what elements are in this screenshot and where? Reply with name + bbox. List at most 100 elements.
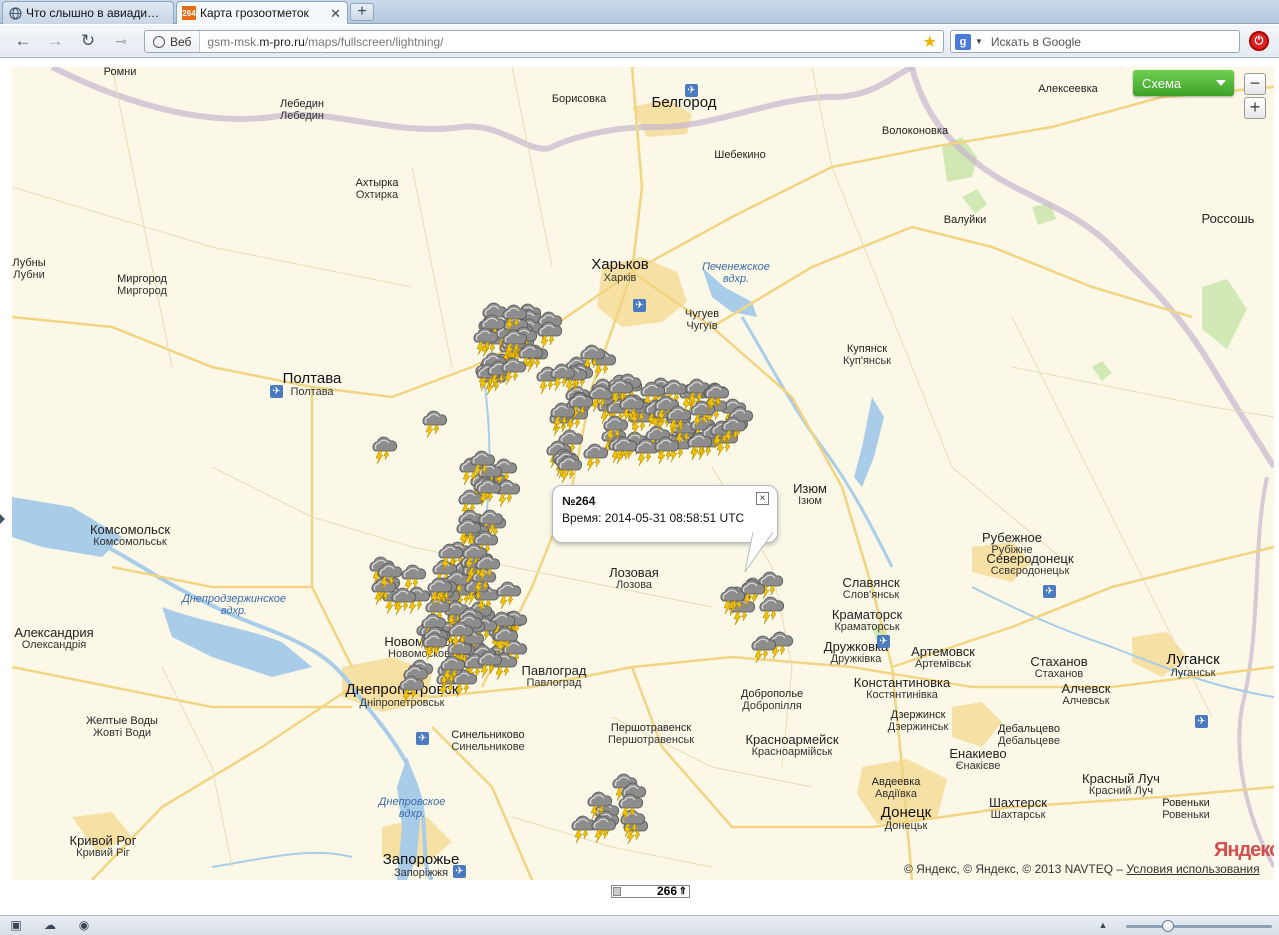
- city-label: Шахтерск Шахтарськ: [989, 796, 1047, 821]
- map-type-dropdown[interactable]: Схема: [1133, 70, 1234, 96]
- airport-icon: ✈: [270, 385, 283, 398]
- city-name: Енакиево: [949, 746, 1007, 761]
- lightning-marker-icon[interactable]: [374, 561, 404, 591]
- city-label: Ахтырка Охтирка: [356, 177, 399, 201]
- city-name: Алчевск: [1061, 681, 1111, 696]
- lightning-marker-icon[interactable]: [547, 401, 577, 431]
- time-slider[interactable]: 266 ⇑: [611, 885, 690, 898]
- panel-toggle-icon[interactable]: ▣: [8, 919, 24, 932]
- lightning-marker-icon[interactable]: [609, 435, 639, 465]
- city-name-local: Шахтарськ: [990, 808, 1046, 821]
- zoom-slider-knob[interactable]: [1162, 920, 1174, 932]
- city-name-local: Павлоград: [526, 676, 582, 689]
- reload-icon[interactable]: ↻: [77, 31, 99, 51]
- arrow-up-icon[interactable]: ⇑: [679, 886, 687, 897]
- city-name: Шахтерск: [989, 795, 1047, 810]
- city-name: Борисовка: [551, 93, 607, 105]
- url-text[interactable]: gsm-msk.m-pro.ru/maps/fullscreen/lightni…: [200, 35, 443, 49]
- terms-link[interactable]: Условия использования: [1126, 862, 1259, 876]
- lightning-marker-icon[interactable]: [718, 415, 748, 445]
- lightning-marker-icon[interactable]: [369, 435, 399, 465]
- lightning-marker-icon[interactable]: [435, 542, 465, 572]
- cloud-icon[interactable]: ☁: [42, 919, 58, 932]
- web-badge[interactable]: Веб: [145, 31, 201, 52]
- city-label: Енакиево Єнакієве: [949, 747, 1006, 772]
- lightning-marker-icon[interactable]: [473, 477, 503, 507]
- slider-knob[interactable]: [613, 887, 621, 896]
- google-icon[interactable]: g: [955, 33, 971, 50]
- address-bar[interactable]: Веб gsm-msk.m-pro.ru/maps/fullscreen/lig…: [144, 30, 944, 53]
- lightning-marker-icon[interactable]: [547, 362, 577, 392]
- zoom-in-button[interactable]: +: [1244, 97, 1266, 119]
- reservoir-name: Днепровское вдхр.: [378, 796, 446, 820]
- city-label: Ровеньки Ровеньки: [1162, 797, 1210, 821]
- lightning-marker-icon[interactable]: [470, 326, 500, 356]
- lightning-marker-icon[interactable]: [396, 674, 426, 704]
- sidebar-toggle-icon[interactable]: [0, 514, 5, 524]
- close-icon[interactable]: ×: [756, 492, 769, 505]
- speed-dial-icon[interactable]: ◉: [76, 919, 92, 932]
- city-name-local: Дзержинськ: [887, 720, 949, 733]
- chevron-down-icon: [1216, 80, 1226, 86]
- city-label: Красноармейск Красноармійськ: [745, 733, 838, 758]
- lightning-marker-icon[interactable]: [474, 649, 504, 679]
- reservoir-label: Днепродзержинское вдхр.: [179, 593, 289, 617]
- slider-counter: 266: [656, 884, 677, 898]
- city-name: Северодонецк: [986, 551, 1074, 566]
- city-name-local: Луганськ: [1170, 666, 1216, 679]
- city-label: Харьков Харків: [591, 257, 649, 284]
- city-name-local: Єнакієве: [955, 759, 1001, 772]
- city-label: Алчевск Алчевськ: [1062, 682, 1111, 707]
- lightning-marker-icon[interactable]: [498, 356, 528, 386]
- globe-icon: [8, 6, 22, 20]
- lightning-marker-icon[interactable]: [588, 814, 618, 844]
- airport-icon: ✈: [633, 299, 646, 312]
- key-icon[interactable]: ⊸: [110, 31, 132, 51]
- stop-icon[interactable]: ⏻: [1249, 31, 1269, 51]
- new-tab-button[interactable]: +: [350, 3, 374, 21]
- city-name-local: Жовті Води: [92, 726, 152, 739]
- zoom-out-button[interactable]: −: [1244, 73, 1266, 95]
- city-name: Лебедин: [280, 98, 324, 110]
- lightning-marker-icon[interactable]: [445, 620, 475, 650]
- search-box[interactable]: g ▼ Искать в Google: [950, 30, 1240, 53]
- zoom-arrow-icon[interactable]: ▲: [1095, 919, 1111, 932]
- lightning-marker-icon[interactable]: [499, 328, 529, 358]
- tab-lightning-map[interactable]: 264 Карта грозоотметок ✕: [176, 1, 348, 24]
- lightning-marker-icon[interactable]: [684, 431, 714, 461]
- lightning-marker-icon[interactable]: [437, 654, 467, 684]
- lightning-marker-icon[interactable]: [580, 442, 610, 472]
- map-canvas[interactable]: Ромни Борисовка Белгород Алексеевка Лебедин Л…: [12, 67, 1274, 880]
- lightning-marker-icon[interactable]: [717, 585, 747, 615]
- city-label: Комсомольск Комсомольськ: [90, 523, 170, 548]
- city-name-local: Красноармійськ: [751, 745, 833, 758]
- lightning-marker-icon[interactable]: [554, 454, 584, 484]
- lightning-marker-icon[interactable]: [651, 435, 681, 465]
- forward-icon[interactable]: →: [44, 31, 66, 51]
- lightning-marker-icon[interactable]: [419, 409, 449, 439]
- city-name-local: Дружківка: [830, 652, 882, 665]
- lightning-marker-icon[interactable]: [493, 580, 523, 610]
- close-tab-icon[interactable]: ✕: [330, 6, 341, 22]
- back-icon[interactable]: ←: [12, 31, 34, 51]
- lightning-marker-icon[interactable]: [615, 792, 645, 822]
- bookmark-star-icon[interactable]: ★: [923, 32, 937, 52]
- lightning-marker-icon[interactable]: [701, 382, 731, 412]
- zoom-slider[interactable]: [1126, 920, 1272, 932]
- lightning-marker-icon[interactable]: [467, 449, 497, 479]
- city-name-local: Миргород: [117, 284, 167, 297]
- city-name: Рубежное: [981, 530, 1043, 545]
- lightning-marker-icon[interactable]: [748, 634, 778, 664]
- lightning-marker-icon[interactable]: [424, 576, 454, 606]
- chevron-down-icon[interactable]: ▼: [975, 37, 983, 46]
- city-label: Ромни: [104, 67, 137, 79]
- tab-aviation-forum[interactable]: Что слышно в авиади…: [2, 1, 174, 24]
- city-name: Першотравенск: [610, 722, 692, 734]
- lightning-marker-icon[interactable]: [534, 320, 564, 350]
- city-name-local: Комсомольськ: [93, 535, 167, 548]
- lightning-marker-icon[interactable]: [472, 553, 502, 583]
- city-name-local: Кривий Ріг: [76, 846, 130, 859]
- reservoir-name: Печенежское вдхр.: [702, 261, 770, 285]
- lightning-marker-icon[interactable]: [663, 404, 693, 434]
- city-name-local: Артемівськ: [914, 657, 971, 670]
